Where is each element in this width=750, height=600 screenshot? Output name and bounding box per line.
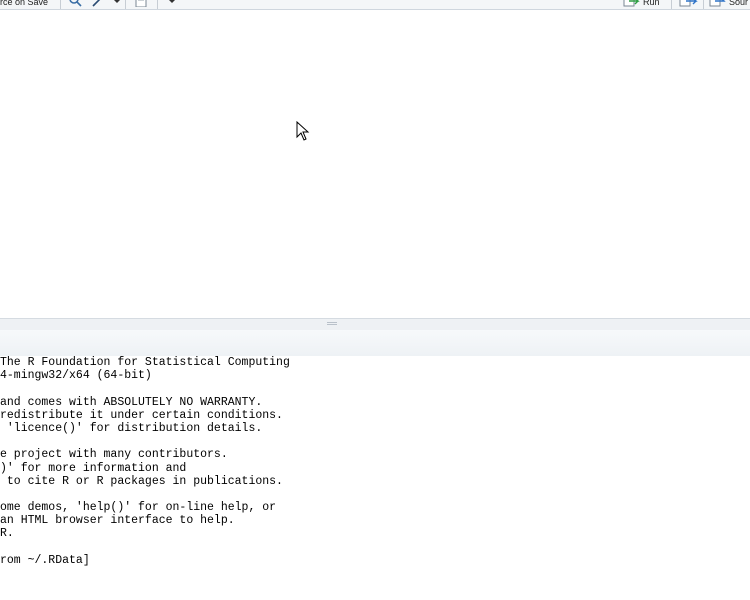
toolbar-divider [157,0,158,9]
console-line: )' for more information and [0,461,187,475]
source-editor[interactable] [0,10,750,318]
toolbar-divider [125,0,126,9]
splitter-grip[interactable] [327,322,337,327]
run-button[interactable]: Run [643,0,660,8]
chevron-down-icon[interactable] [168,0,176,7]
console-pane[interactable]: The R Foundation for Statistical Computi… [0,356,750,600]
source-icon[interactable] [709,0,727,7]
magic-wand-icon[interactable] [92,0,112,7]
mouse-pointer-icon [296,121,310,141]
toolbar-divider [703,0,704,9]
rerun-icon[interactable] [679,0,699,7]
compile-report-icon[interactable] [134,0,148,7]
console-line: The R Foundation for Statistical Computi… [0,356,290,369]
toolbar-divider [671,0,672,9]
console-line: ome demos, 'help()' for on-line help, or [0,501,277,515]
console-line: e project with many contributors. [0,448,228,462]
editor-toolbar: rce on Save Run Sour [0,0,750,10]
toolbar-divider [60,0,61,9]
chevron-down-icon[interactable] [113,0,121,7]
console-line: 4-mingw32/x64 (64-bit) [0,369,152,383]
run-icon[interactable] [623,0,641,7]
console-line: an HTML browser interface to help. [0,514,235,528]
console-line: to cite R or R packages in publications. [0,474,283,488]
source-button[interactable]: Sour [729,0,748,8]
console-line: R. [0,527,14,541]
console-header [0,330,750,357]
console-line: redistribute it under certain conditions… [0,408,283,422]
source-on-save-checkbox-label[interactable]: rce on Save [0,0,48,8]
search-icon[interactable] [68,0,84,7]
console-output: The R Foundation for Statistical Computi… [0,356,290,567]
console-line: 'licence()' for distribution details. [0,421,263,435]
console-line: rom ~/.RData] [0,553,90,567]
console-line: and comes with ABSOLUTELY NO WARRANTY. [0,395,263,409]
